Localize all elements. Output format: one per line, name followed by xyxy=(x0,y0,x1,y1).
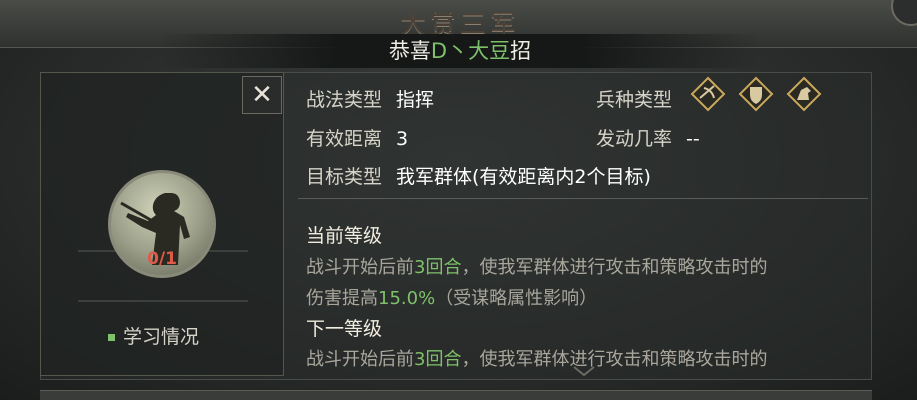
target-value: 我军群体(有效距离内2个目标) xyxy=(396,166,651,188)
range-value: 3 xyxy=(396,128,409,150)
next-line1-text-b: ，使我军群体进行攻击和策略攻击时的 xyxy=(461,349,768,370)
current-line1-text-a: 战斗开始后前 xyxy=(306,257,414,278)
notice-suffix: 招 xyxy=(510,39,532,63)
range-row: 有效距离 3 xyxy=(306,124,408,151)
current-line2-highlight: 15.0% xyxy=(378,288,436,309)
range-label: 有效距离 xyxy=(306,128,383,150)
current-level-line1: 战斗开始后前3回合，使我军群体进行攻击和策略攻击时的 xyxy=(306,253,767,279)
current-line2-text-a: 伤害提高 xyxy=(306,288,378,309)
notice-banner: 恭喜D丶大豆招 xyxy=(160,34,760,68)
next-level-line1: 战斗开始后前3回合，使我军群体进行攻击和策略攻击时的 xyxy=(306,345,767,371)
close-button[interactable]: ✕ xyxy=(242,76,282,114)
current-line1-text-b: ，使我军群体进行攻击和策略攻击时的 xyxy=(461,257,768,278)
notice-prefix: 恭喜 xyxy=(388,39,431,63)
bullet-icon xyxy=(108,334,115,341)
section-divider xyxy=(298,198,868,199)
next-line1-text-a: 战斗开始后前 xyxy=(306,349,414,370)
shield-troop-icon[interactable] xyxy=(738,76,774,112)
crossbow-troop-icon[interactable] xyxy=(690,76,726,112)
current-line2-text-b: （受谋略属性影响） xyxy=(435,288,598,309)
scroll-down-icon[interactable] xyxy=(572,366,596,376)
skill-type-value: 指挥 xyxy=(396,89,435,111)
study-label: 学习情况 xyxy=(123,326,200,348)
current-level-line2: 伤害提高15.0%（受谋略属性影响） xyxy=(306,284,597,310)
skill-type-label: 战法类型 xyxy=(306,89,383,111)
cavalry-troop-icon[interactable] xyxy=(786,76,822,112)
current-level-title: 当前等级 xyxy=(306,225,383,247)
troop-type-label: 兵种类型 xyxy=(596,89,673,111)
notice-name: D丶大豆 xyxy=(430,39,511,63)
skill-level: 0/1 xyxy=(147,249,177,269)
general-portrait[interactable]: 0/1 xyxy=(108,170,216,278)
target-row: 目标类型 我军群体(有效距离内2个目标) xyxy=(306,162,651,189)
target-label: 目标类型 xyxy=(306,166,383,188)
chance-row: 发动几率 -- xyxy=(596,124,700,151)
skill-type-row: 战法类型 指挥 xyxy=(306,85,434,112)
bottom-panel-edge xyxy=(40,390,872,400)
chance-label: 发动几率 xyxy=(596,128,673,150)
chance-value: -- xyxy=(686,128,700,150)
current-line1-highlight: 3回合 xyxy=(414,257,462,278)
next-level-title: 下一等级 xyxy=(306,318,383,340)
next-line1-highlight: 3回合 xyxy=(414,349,462,370)
study-status[interactable]: 学习情况 xyxy=(108,322,199,349)
